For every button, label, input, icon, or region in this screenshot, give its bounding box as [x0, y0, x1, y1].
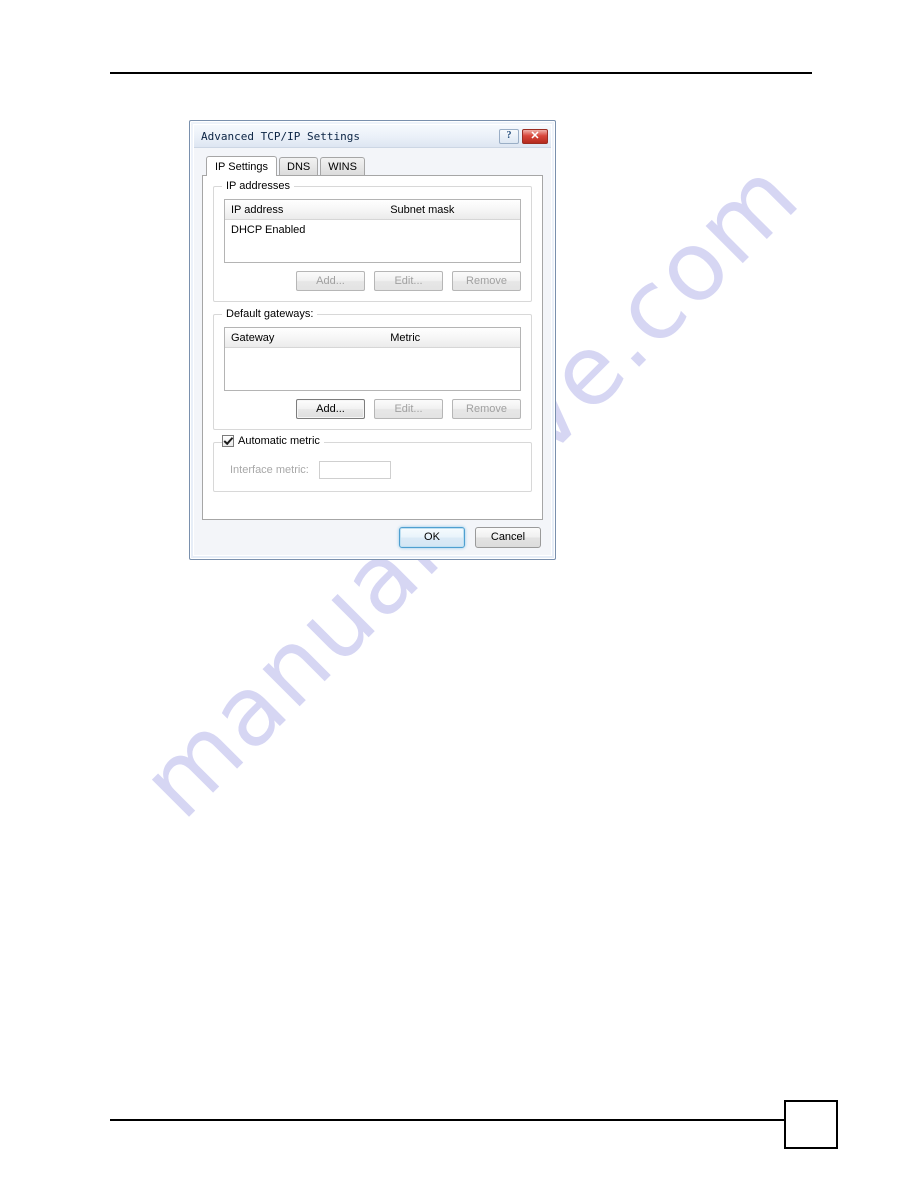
ip-edit-button[interactable]: Edit... — [374, 271, 443, 291]
automatic-metric-group: Automatic metric Interface metric: — [213, 435, 532, 492]
ip-addresses-list-header: IP address Subnet mask — [225, 200, 520, 220]
dialog-inner-frame: Advanced TCP/IP Settings ? ✕ IP Settings… — [193, 124, 552, 556]
tab-dns[interactable]: DNS — [279, 157, 319, 175]
tabstrip: IP Settings DNS WINS — [202, 155, 543, 176]
page-number-box — [784, 1100, 838, 1149]
default-gateways-legend: Default gateways: — [222, 308, 318, 320]
dialog-titlebar[interactable]: Advanced TCP/IP Settings ? ✕ — [194, 125, 551, 148]
cancel-button[interactable]: Cancel — [475, 526, 541, 548]
gateways-button-row: Add... Edit... Remove — [224, 399, 521, 419]
page-header-rule — [110, 72, 812, 74]
tab-wins[interactable]: WINS — [320, 157, 365, 175]
cell-ip-address: DHCP Enabled — [231, 223, 306, 236]
interface-metric-label: Interface metric: — [230, 464, 309, 476]
dialog-footer: OK Cancel — [194, 519, 551, 555]
interface-metric-row: Interface metric: — [224, 455, 521, 481]
close-icon[interactable]: ✕ — [522, 128, 548, 144]
automatic-metric-label: Automatic metric — [238, 435, 320, 447]
help-icon[interactable]: ? — [499, 128, 519, 144]
automatic-metric-checkbox[interactable] — [222, 435, 234, 447]
column-header-subnet-mask: Subnet mask — [390, 203, 455, 216]
ip-remove-button[interactable]: Remove — [452, 271, 521, 291]
tab-panel-ip-settings: IP addresses IP address Subnet mask DHCP… — [202, 175, 543, 520]
gateways-list-rows — [225, 348, 520, 390]
table-row[interactable]: DHCP Enabled — [225, 220, 520, 239]
ip-add-button[interactable]: Add... — [296, 271, 365, 291]
ip-addresses-list-rows: DHCP Enabled — [225, 220, 520, 262]
ip-addresses-legend: IP addresses — [222, 180, 295, 192]
ip-addresses-group: IP addresses IP address Subnet mask DHCP… — [213, 180, 532, 302]
tab-ip-settings[interactable]: IP Settings — [206, 156, 277, 176]
interface-metric-input[interactable] — [318, 461, 391, 479]
ip-addresses-button-row: Add... Edit... Remove — [224, 271, 521, 291]
titlebar-buttons: ? ✕ — [499, 128, 548, 144]
default-gateways-group: Default gateways: Gateway Metric Add... … — [213, 308, 532, 430]
column-header-ip-address: IP address — [231, 203, 284, 216]
dialog-title: Advanced TCP/IP Settings — [201, 129, 360, 143]
gateway-remove-button[interactable]: Remove — [452, 399, 521, 419]
default-gateways-listbox[interactable]: Gateway Metric — [224, 327, 521, 391]
ip-addresses-listbox[interactable]: IP address Subnet mask DHCP Enabled — [224, 199, 521, 263]
column-header-gateway: Gateway — [231, 331, 275, 344]
column-header-metric: Metric — [390, 331, 421, 344]
gateway-edit-button[interactable]: Edit... — [374, 399, 443, 419]
gateway-add-button[interactable]: Add... — [296, 399, 365, 419]
dialog-body: IP Settings DNS WINS IP addresses IP add… — [194, 147, 551, 555]
gateways-list-header: Gateway Metric — [225, 328, 520, 348]
advanced-tcpip-settings-dialog: Advanced TCP/IP Settings ? ✕ IP Settings… — [189, 120, 556, 560]
page-footer-rule — [110, 1119, 786, 1121]
automatic-metric-checkbox-row[interactable]: Automatic metric — [222, 435, 324, 447]
ok-button[interactable]: OK — [399, 526, 465, 548]
